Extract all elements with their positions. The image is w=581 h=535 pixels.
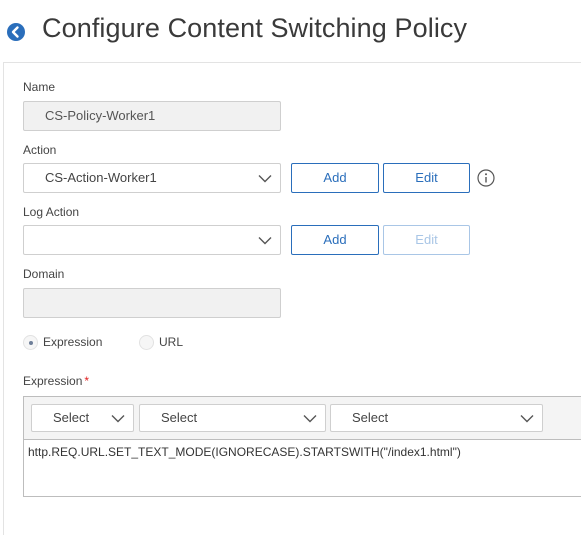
chevron-down-icon: [111, 415, 125, 423]
page-header: Configure Content Switching Policy: [0, 0, 581, 62]
expression-select-2-value: Select: [161, 410, 198, 425]
chevron-down-icon: [520, 415, 534, 423]
expression-select-2[interactable]: Select: [139, 404, 326, 432]
expression-editor: Select Select Select http.REQ.URL.SET_TE…: [23, 396, 581, 497]
expression-radio-label: Expression: [43, 335, 103, 349]
expression-select-3[interactable]: Select: [330, 404, 543, 432]
url-radio-label: URL: [159, 335, 184, 349]
expression-label-text: Expression: [23, 374, 83, 388]
log-action-label: Log Action: [23, 205, 80, 219]
domain-field: [23, 288, 281, 318]
domain-label: Domain: [23, 267, 65, 281]
action-select[interactable]: CS-Action-Worker1: [23, 163, 281, 193]
info-icon[interactable]: [477, 169, 495, 187]
action-add-button[interactable]: Add: [291, 163, 379, 193]
name-label: Name: [23, 80, 56, 94]
action-edit-button[interactable]: Edit: [383, 163, 470, 193]
expression-radio[interactable]: [23, 335, 38, 350]
required-marker: *: [84, 374, 90, 388]
log-action-select[interactable]: [23, 225, 281, 255]
expression-select-1[interactable]: Select: [31, 404, 134, 432]
chevron-down-icon: [303, 415, 317, 423]
page-title: Configure Content Switching Policy: [42, 13, 468, 43]
url-radio[interactable]: [139, 335, 154, 350]
log-action-add-button[interactable]: Add: [291, 225, 379, 255]
expression-label: Expression *: [23, 374, 89, 388]
chevron-down-icon: [258, 175, 272, 183]
expression-select-1-value: Select: [53, 410, 90, 425]
expression-textarea[interactable]: http.REQ.URL.SET_TEXT_MODE(IGNORECASE).S…: [28, 445, 461, 459]
action-label: Action: [23, 143, 57, 157]
chevron-down-icon: [258, 237, 272, 245]
expression-toolbar: Select Select Select: [24, 397, 581, 440]
back-arrow-icon[interactable]: [7, 23, 25, 41]
expression-select-3-value: Select: [352, 410, 389, 425]
action-select-value: CS-Action-Worker1: [45, 170, 157, 185]
log-action-edit-button: Edit: [383, 225, 470, 255]
name-field: CS-Policy-Worker1: [23, 101, 281, 131]
